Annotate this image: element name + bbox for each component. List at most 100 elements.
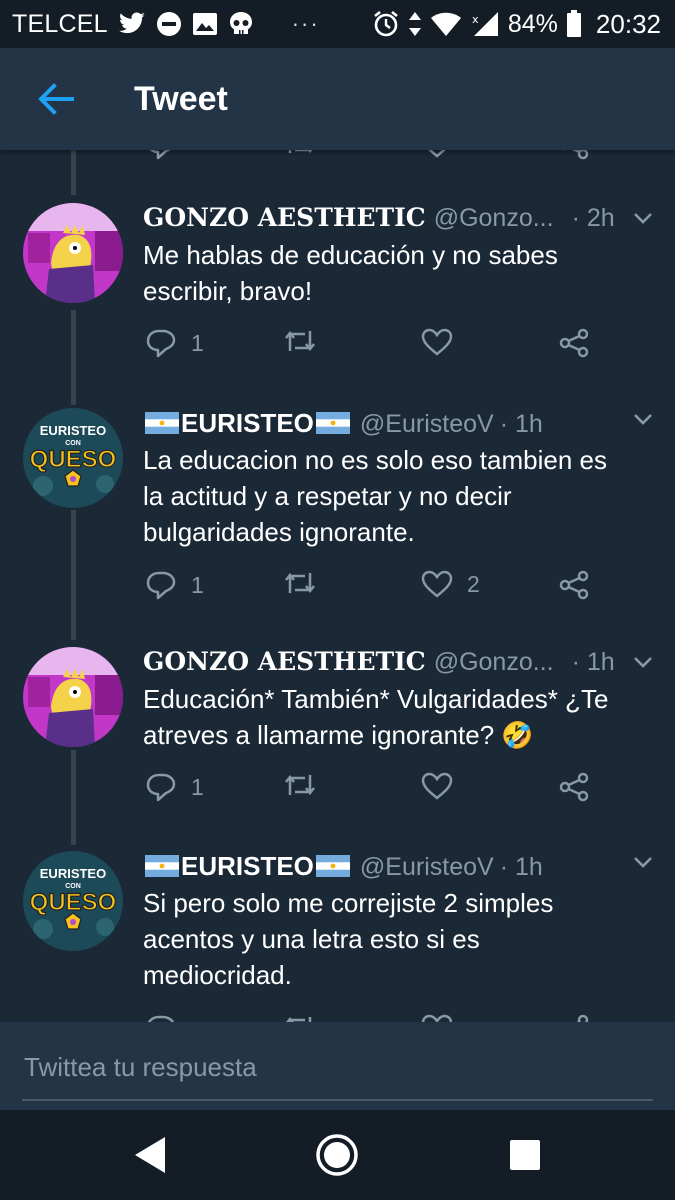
wifi-icon bbox=[430, 12, 461, 36]
reply-button[interactable]: 1 bbox=[145, 570, 204, 600]
reply-icon bbox=[146, 329, 176, 358]
reply-input[interactable]: Twittea tu respuesta bbox=[24, 1052, 257, 1083]
argentina-flag-icon bbox=[315, 412, 350, 434]
tweet-gonzo-2[interactable]: GONZO AESTHETIC @Gonzo... · 1h Educación… bbox=[0, 647, 675, 847]
tweet-actions: 1 2 bbox=[143, 570, 603, 604]
tweet-euristeo-2[interactable]: EURISTEO CON QUESO EURISTEO @EuristeoV ·… bbox=[0, 851, 675, 1022]
retweet-icon bbox=[285, 774, 315, 796]
share-button[interactable] bbox=[558, 150, 590, 160]
reply-icon bbox=[149, 150, 171, 160]
share-icon bbox=[559, 328, 589, 358]
chevron-down-icon[interactable] bbox=[633, 855, 653, 869]
battery-percent: 84% bbox=[507, 9, 558, 38]
share-icon bbox=[559, 570, 589, 600]
conversation-thread[interactable]: GONZO AESTHETIC @Gonzo... · 2h Me hablas… bbox=[0, 150, 675, 1022]
like-button[interactable] bbox=[421, 772, 467, 800]
retweet-icon bbox=[288, 150, 313, 154]
tweet-header: EURISTEO @EuristeoV · 1h bbox=[143, 851, 623, 883]
timestamp: · 1h bbox=[499, 410, 543, 438]
more-notifications-icon: ··· bbox=[291, 11, 320, 36]
retweet-icon bbox=[285, 1016, 312, 1022]
carrier-label: TELCEL bbox=[12, 9, 108, 38]
chevron-down-icon[interactable] bbox=[633, 412, 653, 426]
tweet-gonzo-1[interactable]: GONZO AESTHETIC @Gonzo... · 2h Me hablas… bbox=[0, 203, 675, 403]
nav-recents-icon[interactable] bbox=[502, 1132, 548, 1178]
tweet-header: GONZO AESTHETIC @Gonzo... · 2h bbox=[143, 203, 623, 235]
cell-signal-icon: x bbox=[472, 12, 498, 36]
like-button[interactable]: 2 bbox=[421, 570, 480, 598]
display-name[interactable]: GONZO AESTHETIC bbox=[143, 647, 426, 676]
tweet-euristeo-1[interactable]: EURISTEO CON QUESO EURISTEO @EuristeoV ·… bbox=[0, 408, 675, 633]
share-button[interactable] bbox=[558, 328, 590, 358]
retweet-button[interactable] bbox=[283, 328, 331, 354]
username[interactable]: @EuristeoV bbox=[360, 853, 494, 882]
clock: 20:32 bbox=[595, 8, 661, 39]
reply-count: 1 bbox=[191, 773, 204, 800]
heart-icon bbox=[428, 150, 446, 158]
status-bar: TELCEL ··· x 84% 20:32 bbox=[0, 0, 675, 48]
username[interactable]: @Gonzo... bbox=[434, 204, 554, 233]
tweet-header: EURISTEO @EuristeoV · 1h bbox=[143, 408, 623, 440]
svg-text:x: x bbox=[472, 13, 479, 26]
reply-button[interactable]: 1 bbox=[145, 328, 204, 358]
reply-input-underline bbox=[22, 1099, 653, 1101]
thread-line bbox=[71, 150, 76, 195]
reply-button[interactable] bbox=[145, 1014, 191, 1022]
heart-icon bbox=[421, 772, 453, 800]
nav-home-icon[interactable] bbox=[314, 1132, 360, 1178]
reply-icon bbox=[147, 1015, 175, 1022]
argentina-flag-icon bbox=[315, 855, 350, 877]
heart-icon bbox=[421, 1014, 453, 1022]
avatar[interactable]: EURISTEO CON QUESO bbox=[23, 851, 123, 951]
retweet-button[interactable] bbox=[283, 150, 317, 156]
back-arrow-icon[interactable] bbox=[36, 79, 76, 119]
page-title: Tweet bbox=[134, 79, 228, 118]
retweet-button[interactable] bbox=[283, 1014, 331, 1022]
tweet-text: Me hablas de educación y no sabes escrib… bbox=[143, 240, 558, 306]
data-arrows-icon bbox=[408, 12, 421, 36]
skull-icon bbox=[229, 12, 252, 34]
share-button[interactable] bbox=[558, 570, 590, 600]
reply-count: 1 bbox=[191, 571, 204, 598]
reply-composer[interactable]: Twittea tu respuesta bbox=[0, 1022, 675, 1110]
tweet-text: Educación* También* Vulgaridades* ¿Te at… bbox=[143, 684, 609, 750]
system-navigation-bar bbox=[0, 1110, 675, 1200]
avatar[interactable] bbox=[23, 203, 123, 303]
retweet-button[interactable] bbox=[283, 772, 331, 798]
tweet-text: Si pero solo me correjiste 2 simples ace… bbox=[143, 888, 554, 990]
tweet-actions: 1 bbox=[143, 328, 603, 362]
argentina-flag-icon bbox=[145, 412, 179, 434]
like-button[interactable] bbox=[421, 328, 467, 356]
reply-icon bbox=[146, 773, 176, 802]
avatar-text-line1: EURISTEO bbox=[40, 423, 106, 438]
heart-icon bbox=[421, 570, 453, 598]
username[interactable]: @EuristeoV bbox=[360, 410, 494, 439]
avatar-text-line1: EURISTEO bbox=[40, 866, 106, 881]
heart-icon bbox=[421, 328, 453, 356]
chevron-down-icon[interactable] bbox=[633, 655, 653, 669]
avatar[interactable] bbox=[23, 647, 123, 747]
reply-button[interactable]: 1 bbox=[145, 772, 204, 802]
username[interactable]: @Gonzo... bbox=[434, 648, 554, 677]
share-icon bbox=[559, 772, 589, 802]
avatar[interactable]: EURISTEO CON QUESO bbox=[23, 408, 123, 508]
share-button[interactable] bbox=[558, 772, 590, 802]
retweet-icon bbox=[285, 572, 315, 594]
tweet-actions bbox=[143, 1014, 603, 1022]
nav-back-icon[interactable] bbox=[128, 1132, 174, 1178]
display-name[interactable]: GONZO AESTHETIC bbox=[143, 203, 426, 232]
top-app-bar: Tweet bbox=[0, 48, 675, 150]
share-button[interactable] bbox=[558, 1014, 590, 1022]
like-count: 2 bbox=[467, 570, 480, 597]
retweet-button[interactable] bbox=[283, 570, 331, 596]
display-name[interactable]: EURISTEO bbox=[143, 408, 352, 439]
chevron-down-icon[interactable] bbox=[633, 211, 653, 225]
retweet-icon bbox=[285, 330, 315, 352]
reply-button[interactable] bbox=[145, 150, 177, 160]
display-name-text: EURISTEO bbox=[181, 408, 314, 438]
share-icon bbox=[563, 150, 589, 160]
display-name[interactable]: EURISTEO bbox=[143, 851, 352, 882]
like-button[interactable] bbox=[421, 150, 453, 158]
like-button[interactable] bbox=[421, 1014, 467, 1022]
tweet-text: La educacion no es solo eso tambien es l… bbox=[143, 445, 607, 547]
